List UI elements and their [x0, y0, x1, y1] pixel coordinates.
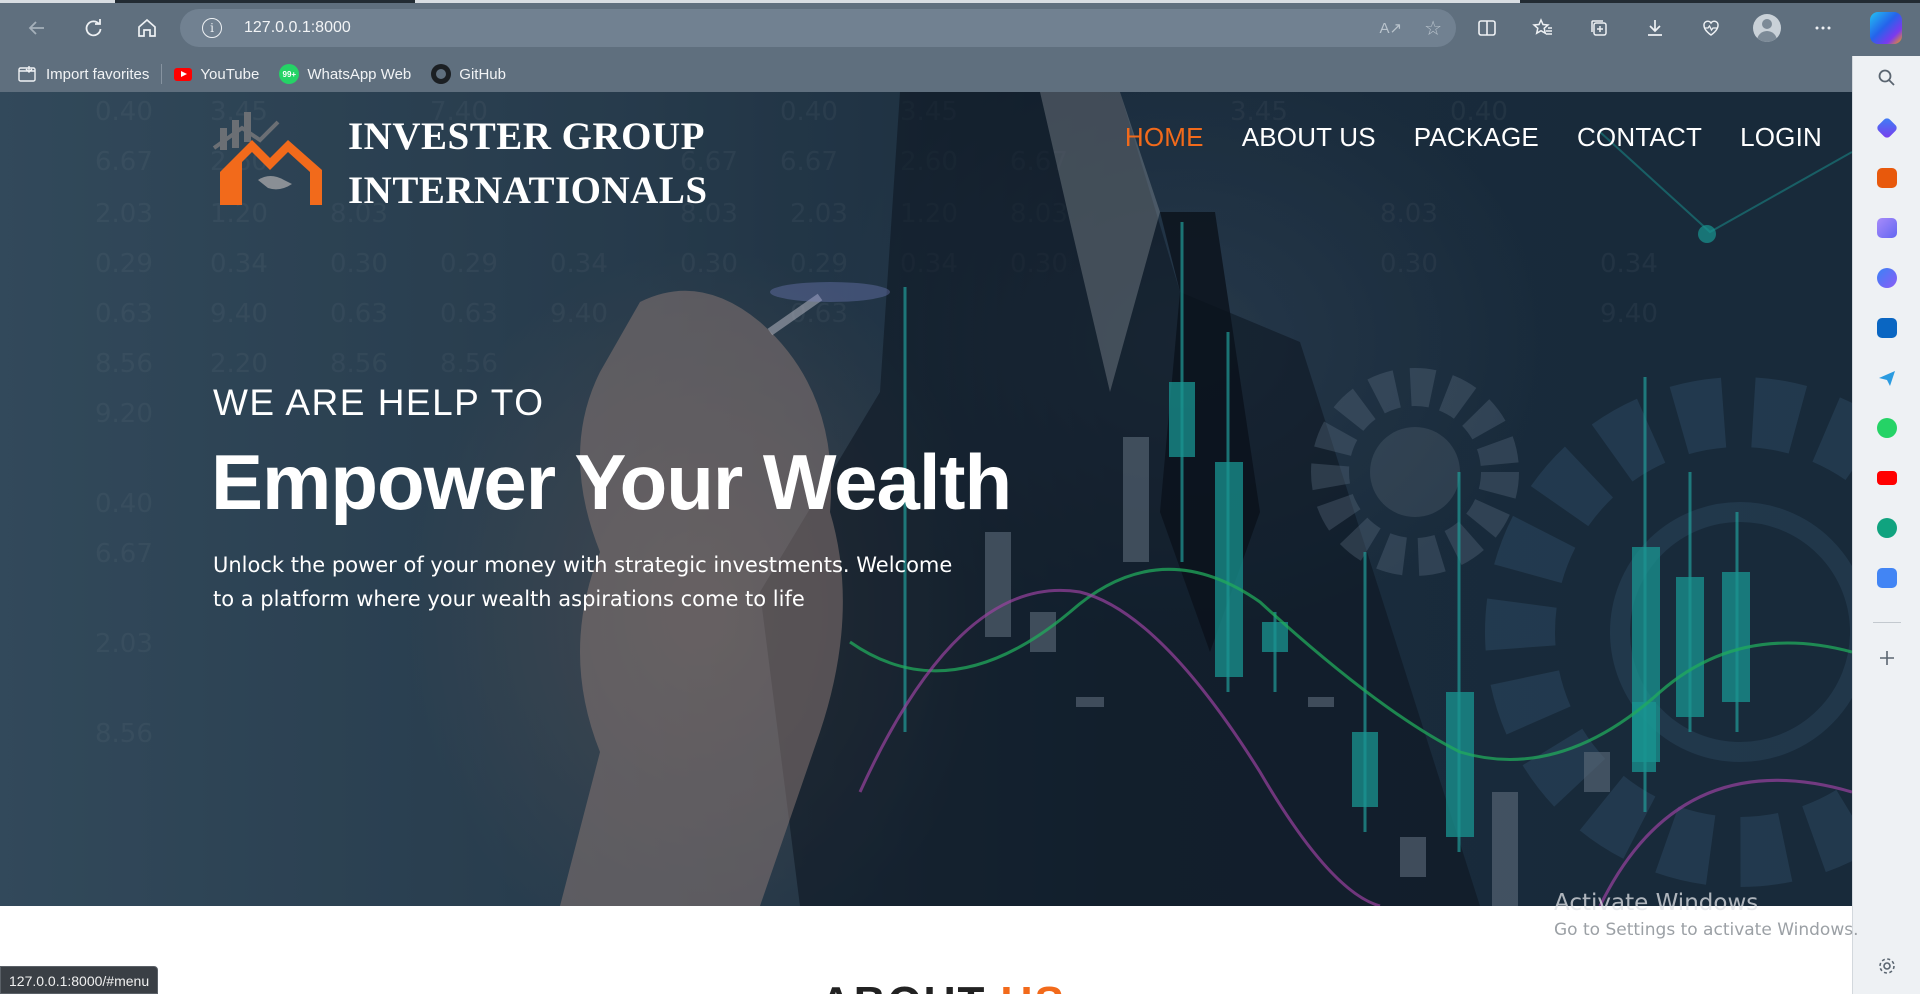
youtube-sidebar-icon[interactable] — [1877, 471, 1897, 485]
collections-button[interactable] — [1582, 11, 1616, 45]
brand-name[interactable]: INVESTER GROUP INTERNATIONALS — [348, 110, 708, 218]
address-bar[interactable]: i 127.0.0.1:8000 A↗ ☆ — [180, 9, 1456, 47]
watermark-subtitle: Go to Settings to activate Windows. — [1554, 920, 1859, 940]
github-icon — [431, 64, 452, 84]
microsoft-365-icon[interactable] — [1877, 268, 1897, 288]
about-us-heading-peek: ABOUT US — [820, 978, 1066, 994]
sidebar-divider — [1873, 622, 1901, 623]
telegram-send-icon[interactable] — [1877, 368, 1897, 388]
add-plus-icon[interactable] — [1877, 648, 1897, 668]
address-url[interactable]: 127.0.0.1:8000 — [244, 19, 351, 37]
more-dots-icon — [1815, 26, 1831, 30]
home-icon — [138, 18, 156, 37]
nav-about-us[interactable]: ABOUT US — [1242, 122, 1376, 153]
bookmark-import-favorites[interactable]: Import favorites — [18, 65, 149, 83]
edge-sidebar — [1852, 56, 1920, 994]
bookmark-whatsapp[interactable]: 99+ WhatsApp Web — [279, 64, 411, 84]
windows-activation-watermark: Activate Windows Go to Settings to activ… — [1554, 890, 1859, 940]
whatsapp-sidebar-icon[interactable] — [1877, 418, 1897, 438]
youtube-icon — [174, 67, 193, 81]
bookmarks-bar: Import favorites YouTube 99+ WhatsApp We… — [0, 56, 1852, 92]
site-info-icon[interactable]: i — [202, 18, 222, 38]
refresh-icon — [85, 19, 102, 37]
read-aloud-icon[interactable]: A↗ — [1379, 19, 1402, 37]
chatgpt-icon[interactable] — [1877, 518, 1897, 538]
about-heading-part1: ABOUT — [820, 978, 986, 994]
about-heading-part2: US — [1001, 978, 1066, 994]
google-translate-icon[interactable] — [1877, 568, 1897, 588]
nav-contact[interactable]: CONTACT — [1577, 122, 1702, 153]
import-favorites-icon — [18, 66, 36, 82]
collections-icon — [1591, 20, 1607, 36]
shopping-tag-icon[interactable] — [1875, 116, 1899, 140]
bookmark-label: Import favorites — [46, 65, 150, 83]
brand-line-1: INVESTER GROUP — [348, 115, 705, 158]
bookmark-label: WhatsApp Web — [307, 65, 412, 83]
link-status-bar: 127.0.0.1:8000/#menu — [0, 966, 159, 994]
copilot-icon[interactable] — [1870, 12, 1902, 44]
nav-login[interactable]: LOGIN — [1740, 122, 1822, 153]
profile-button[interactable] — [1750, 11, 1784, 45]
outlook-icon[interactable] — [1877, 318, 1897, 338]
back-arrow-icon — [28, 21, 44, 35]
hero-headline: Empower Your Wealth — [211, 438, 1012, 526]
nav-package[interactable]: PACKAGE — [1414, 122, 1539, 153]
favorites-button[interactable] — [1526, 11, 1560, 45]
settings-more-button[interactable] — [1806, 11, 1840, 45]
nav-home[interactable]: HOME — [1125, 122, 1204, 153]
profile-avatar — [1753, 14, 1781, 42]
heart-pulse-icon — [1703, 20, 1719, 36]
main-navigation: HOME ABOUT US PACKAGE CONTACT LOGIN — [1125, 122, 1822, 153]
bookmark-label: GitHub — [459, 65, 506, 83]
downloads-button[interactable] — [1638, 11, 1672, 45]
favorites-icon — [1532, 18, 1552, 35]
browser-toolbar: i 127.0.0.1:8000 A↗ ☆ — [0, 0, 1920, 56]
hero-kicker: WE ARE HELP TO — [213, 382, 545, 423]
bookmark-youtube[interactable]: YouTube — [174, 66, 259, 83]
favorite-star-icon[interactable]: ☆ — [1424, 16, 1442, 41]
bookmark-separator — [161, 64, 163, 84]
back-button[interactable] — [20, 11, 54, 45]
download-icon — [1648, 20, 1662, 36]
split-screen-button[interactable] — [1470, 11, 1504, 45]
hero-description: Unlock the power of your money with stra… — [213, 553, 953, 611]
bookmark-label: YouTube — [200, 65, 260, 83]
search-icon[interactable] — [1877, 68, 1897, 88]
performance-button[interactable] — [1694, 11, 1728, 45]
bookmark-github[interactable]: GitHub — [431, 64, 506, 84]
games-icon[interactable] — [1877, 218, 1897, 238]
watermark-title: Activate Windows — [1554, 890, 1759, 916]
brand-logo-icon[interactable] — [212, 110, 327, 205]
refresh-button[interactable] — [76, 11, 110, 45]
split-screen-icon — [1478, 20, 1496, 36]
tools-briefcase-icon[interactable] — [1877, 168, 1897, 188]
brand-line-2: INTERNATIONALS — [348, 169, 708, 212]
sidebar-settings-gear-icon[interactable] — [1877, 956, 1897, 976]
hero-section: 0.403.457.400.403.453.450.40 6.672.606.6… — [0, 92, 1852, 906]
home-button[interactable] — [130, 11, 164, 45]
whatsapp-icon: 99+ — [279, 64, 300, 84]
